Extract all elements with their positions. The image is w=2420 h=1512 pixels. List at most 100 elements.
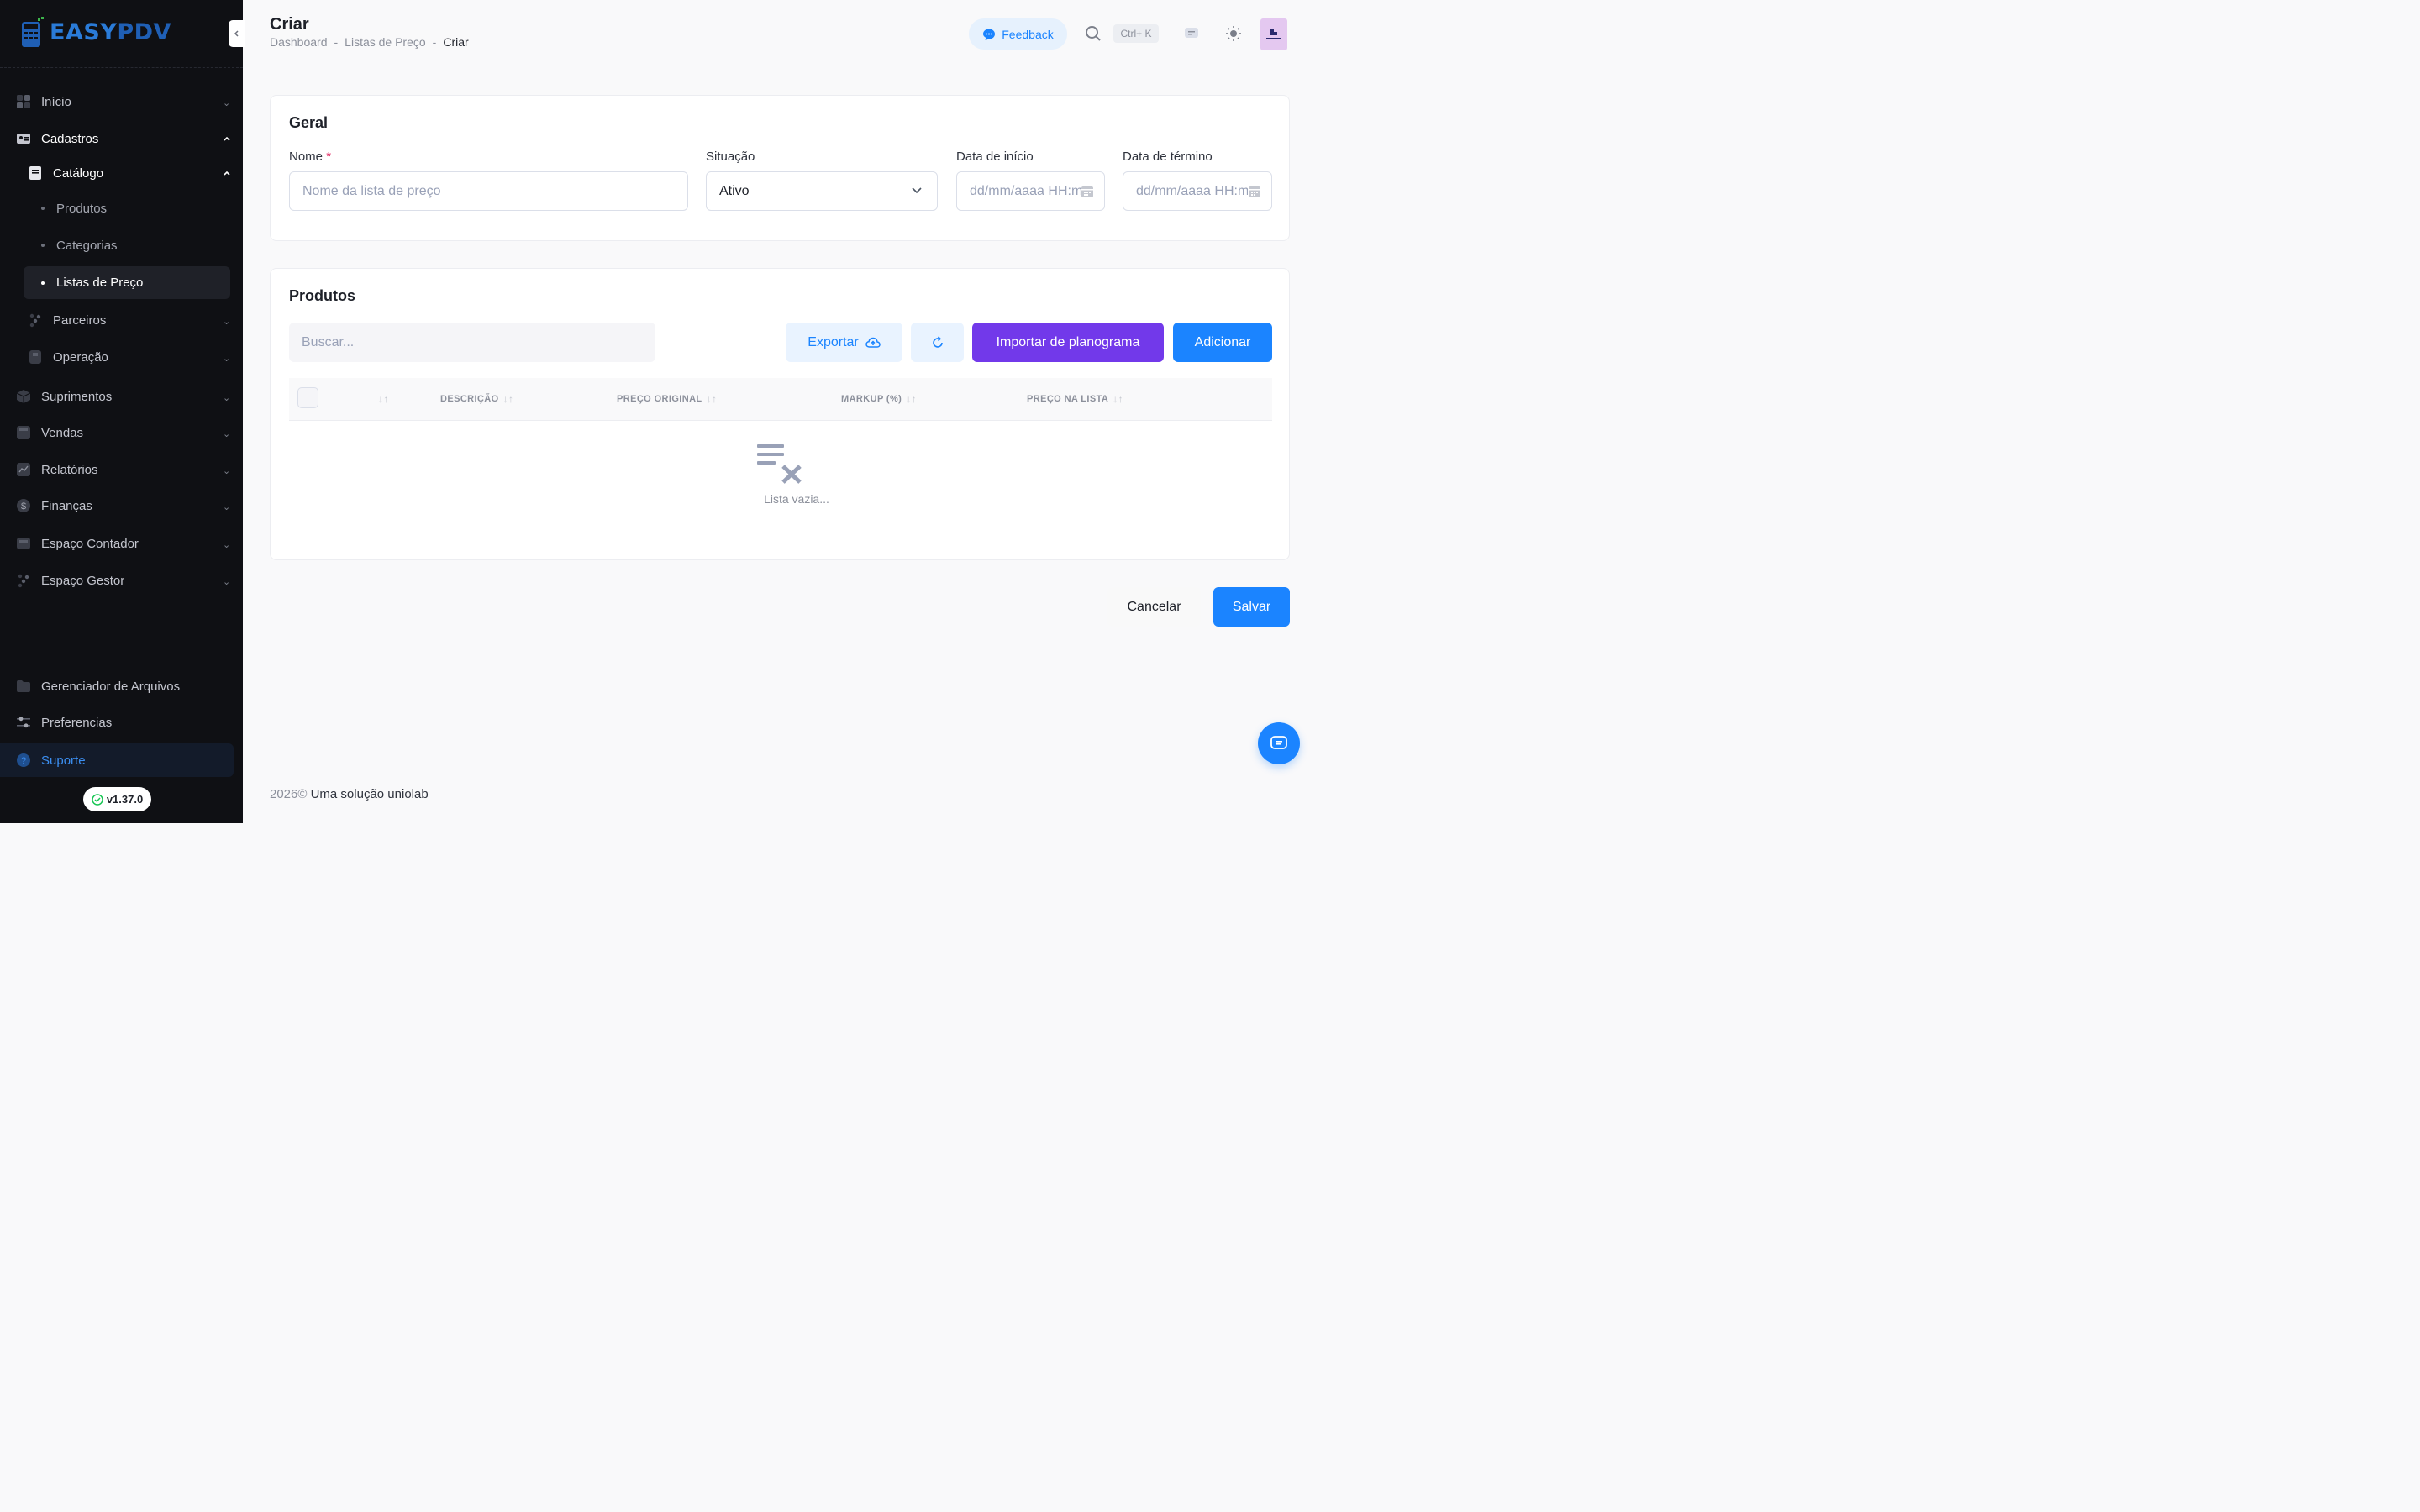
id-card-icon xyxy=(17,134,30,144)
calculator-icon xyxy=(17,426,30,439)
sidebar-item-label: Preferencias xyxy=(41,715,113,730)
sort-icon[interactable]: ↓↑ xyxy=(378,393,389,405)
breadcrumb-separator: - xyxy=(432,35,437,49)
refresh-button[interactable] xyxy=(911,323,964,362)
chat-support-button[interactable] xyxy=(1258,722,1300,764)
status-select[interactable]: Ativo xyxy=(706,171,938,211)
breadcrumb-listas-de-preco[interactable]: Listas de Preço xyxy=(345,35,426,49)
empty-state-text: Lista vazia... xyxy=(764,492,829,506)
sidebar-item-espaco-gestor[interactable]: Espaço Gestor ⌄ xyxy=(0,564,243,597)
book-icon xyxy=(29,166,41,180)
select-all-checkbox[interactable] xyxy=(297,387,318,408)
svg-text:?: ? xyxy=(21,756,26,766)
refresh-icon xyxy=(932,335,943,348)
calendar-icon[interactable] xyxy=(1081,185,1094,198)
theme-toggle-icon[interactable] xyxy=(1223,24,1244,44)
cloud-upload-icon xyxy=(865,337,881,348)
sidebar-item-cadastros[interactable]: Cadastros xyxy=(0,122,243,155)
pos-terminal-icon xyxy=(22,17,44,47)
people-icon xyxy=(29,313,41,328)
column-header-markup[interactable]: MARKUP (%) ↓↑ xyxy=(841,393,917,405)
folder-icon xyxy=(17,680,30,692)
general-card-title: Geral xyxy=(289,114,329,131)
sidebar-item-espaco-contador[interactable]: Espaço Contador ⌄ xyxy=(0,527,243,560)
sort-icon: ↓↑ xyxy=(706,393,718,405)
sidebar-item-preferencias[interactable]: Preferencias xyxy=(0,706,243,739)
calendar-icon[interactable] xyxy=(1248,185,1261,198)
sidebar-item-suprimentos[interactable]: Suprimentos ⌄ xyxy=(0,380,243,413)
end-date-input[interactable]: dd/mm/aaaa HH:mm xyxy=(1123,171,1272,211)
avatar[interactable] xyxy=(1260,18,1287,50)
chat-icon xyxy=(1270,736,1287,749)
products-table-header: ↓↑ DESCRIÇÃO ↓↑ PREÇO ORIGINAL ↓↑ MARKUP (… xyxy=(289,378,1272,421)
box-icon xyxy=(16,390,31,403)
sidebar-item-label: Espaço Gestor xyxy=(41,573,125,588)
check-circle-icon xyxy=(92,793,103,806)
sidebar-item-label: Início xyxy=(41,94,71,109)
sidebar-item-catalogo[interactable]: Catálogo xyxy=(0,156,243,190)
sidebar-item-label: Gerenciador de Arquivos xyxy=(41,679,181,694)
sort-icon: ↓↑ xyxy=(502,393,514,405)
sidebar-toggle-button[interactable] xyxy=(229,20,245,47)
column-header-preco-na-lista[interactable]: PREÇO NA LISTA ↓↑ xyxy=(1027,393,1123,405)
chevron-down-icon: ⌄ xyxy=(223,466,231,476)
search-icon[interactable] xyxy=(1083,24,1103,44)
sidebar-item-label: Suporte xyxy=(41,753,86,768)
chevron-down-icon xyxy=(912,187,922,194)
sidebar-item-produtos[interactable]: Produtos xyxy=(0,192,243,225)
sidebar-item-relatorios[interactable]: Relatórios ⌄ xyxy=(0,453,243,486)
chevron-down-icon: ⌄ xyxy=(223,354,231,364)
sidebar-item-operacao[interactable]: Operação ⌄ xyxy=(0,340,243,374)
sidebar-item-file-manager[interactable]: Gerenciador de Arquivos xyxy=(0,669,243,703)
start-date-input[interactable]: dd/mm/aaaa HH:mm xyxy=(956,171,1105,211)
import-planogram-button[interactable]: Importar de planograma xyxy=(972,323,1164,362)
chat-icon xyxy=(983,29,996,40)
required-mark: * xyxy=(326,150,332,164)
column-header-descricao[interactable]: DESCRIÇÃO ↓↑ xyxy=(440,393,513,405)
empty-list-icon xyxy=(757,444,802,484)
sidebar-item-label: Vendas xyxy=(41,425,84,440)
store-logo-icon xyxy=(1266,29,1281,39)
sidebar-item-label: Listas de Preço xyxy=(56,276,144,290)
sidebar-item-listas-de-preco[interactable]: Listas de Preço xyxy=(24,266,230,299)
sidebar-item-vendas[interactable]: Vendas ⌄ xyxy=(0,416,243,449)
footer-brand-link[interactable]: Uma solução uniolab xyxy=(311,787,429,801)
messages-icon[interactable] xyxy=(1181,24,1202,44)
general-card xyxy=(270,95,1290,241)
sidebar-item-label: Categorias xyxy=(56,238,118,253)
feedback-button[interactable]: Feedback xyxy=(969,18,1067,50)
add-product-button[interactable]: Adicionar xyxy=(1173,323,1272,362)
chevron-up-icon xyxy=(224,136,230,141)
save-button[interactable]: Salvar xyxy=(1213,587,1290,627)
sidebar-item-label: Operação xyxy=(53,349,108,365)
app-logo[interactable]: EASYPDV xyxy=(21,15,171,49)
breadcrumb: Dashboard - Listas de Preço - Criar xyxy=(270,35,469,49)
chevron-down-icon: ⌄ xyxy=(223,393,231,403)
cancel-button[interactable]: Cancelar xyxy=(1107,587,1201,627)
chart-icon xyxy=(17,463,30,476)
column-header-preco-original[interactable]: PREÇO ORIGINAL ↓↑ xyxy=(617,393,717,405)
start-date-label: Data de início xyxy=(956,150,1034,164)
logo-text: EASYPDV xyxy=(50,18,171,45)
sidebar-item-label: Parceiros xyxy=(53,312,107,328)
monitor-icon xyxy=(17,538,30,549)
version-badge: v1.37.0 xyxy=(83,787,151,811)
help-icon: ? xyxy=(17,753,30,767)
sidebar-item-label: Produtos xyxy=(56,201,108,216)
breadcrumb-dashboard[interactable]: Dashboard xyxy=(270,35,328,49)
products-card-title: Produtos xyxy=(289,287,355,304)
export-button[interactable]: Exportar xyxy=(786,323,902,362)
sidebar-item-categorias[interactable]: Categorias xyxy=(0,228,243,262)
chevron-down-icon: ⌄ xyxy=(223,540,231,550)
pos-icon xyxy=(29,350,41,364)
sidebar-item-label: Catálogo xyxy=(53,165,104,181)
sidebar-item-parceiros[interactable]: Parceiros ⌄ xyxy=(0,303,243,337)
bullet-icon xyxy=(41,207,45,210)
breadcrumb-current: Criar xyxy=(443,35,469,49)
name-input[interactable]: Nome da lista de preço xyxy=(289,171,688,211)
copyright-year: 2026© xyxy=(270,787,308,801)
sidebar-item-suporte[interactable]: ? Suporte xyxy=(0,743,234,777)
chevron-down-icon: ⌄ xyxy=(223,577,231,587)
sidebar-item-inicio[interactable]: Início ⌄ xyxy=(0,85,243,118)
products-search-input[interactable]: Buscar... xyxy=(289,323,655,362)
